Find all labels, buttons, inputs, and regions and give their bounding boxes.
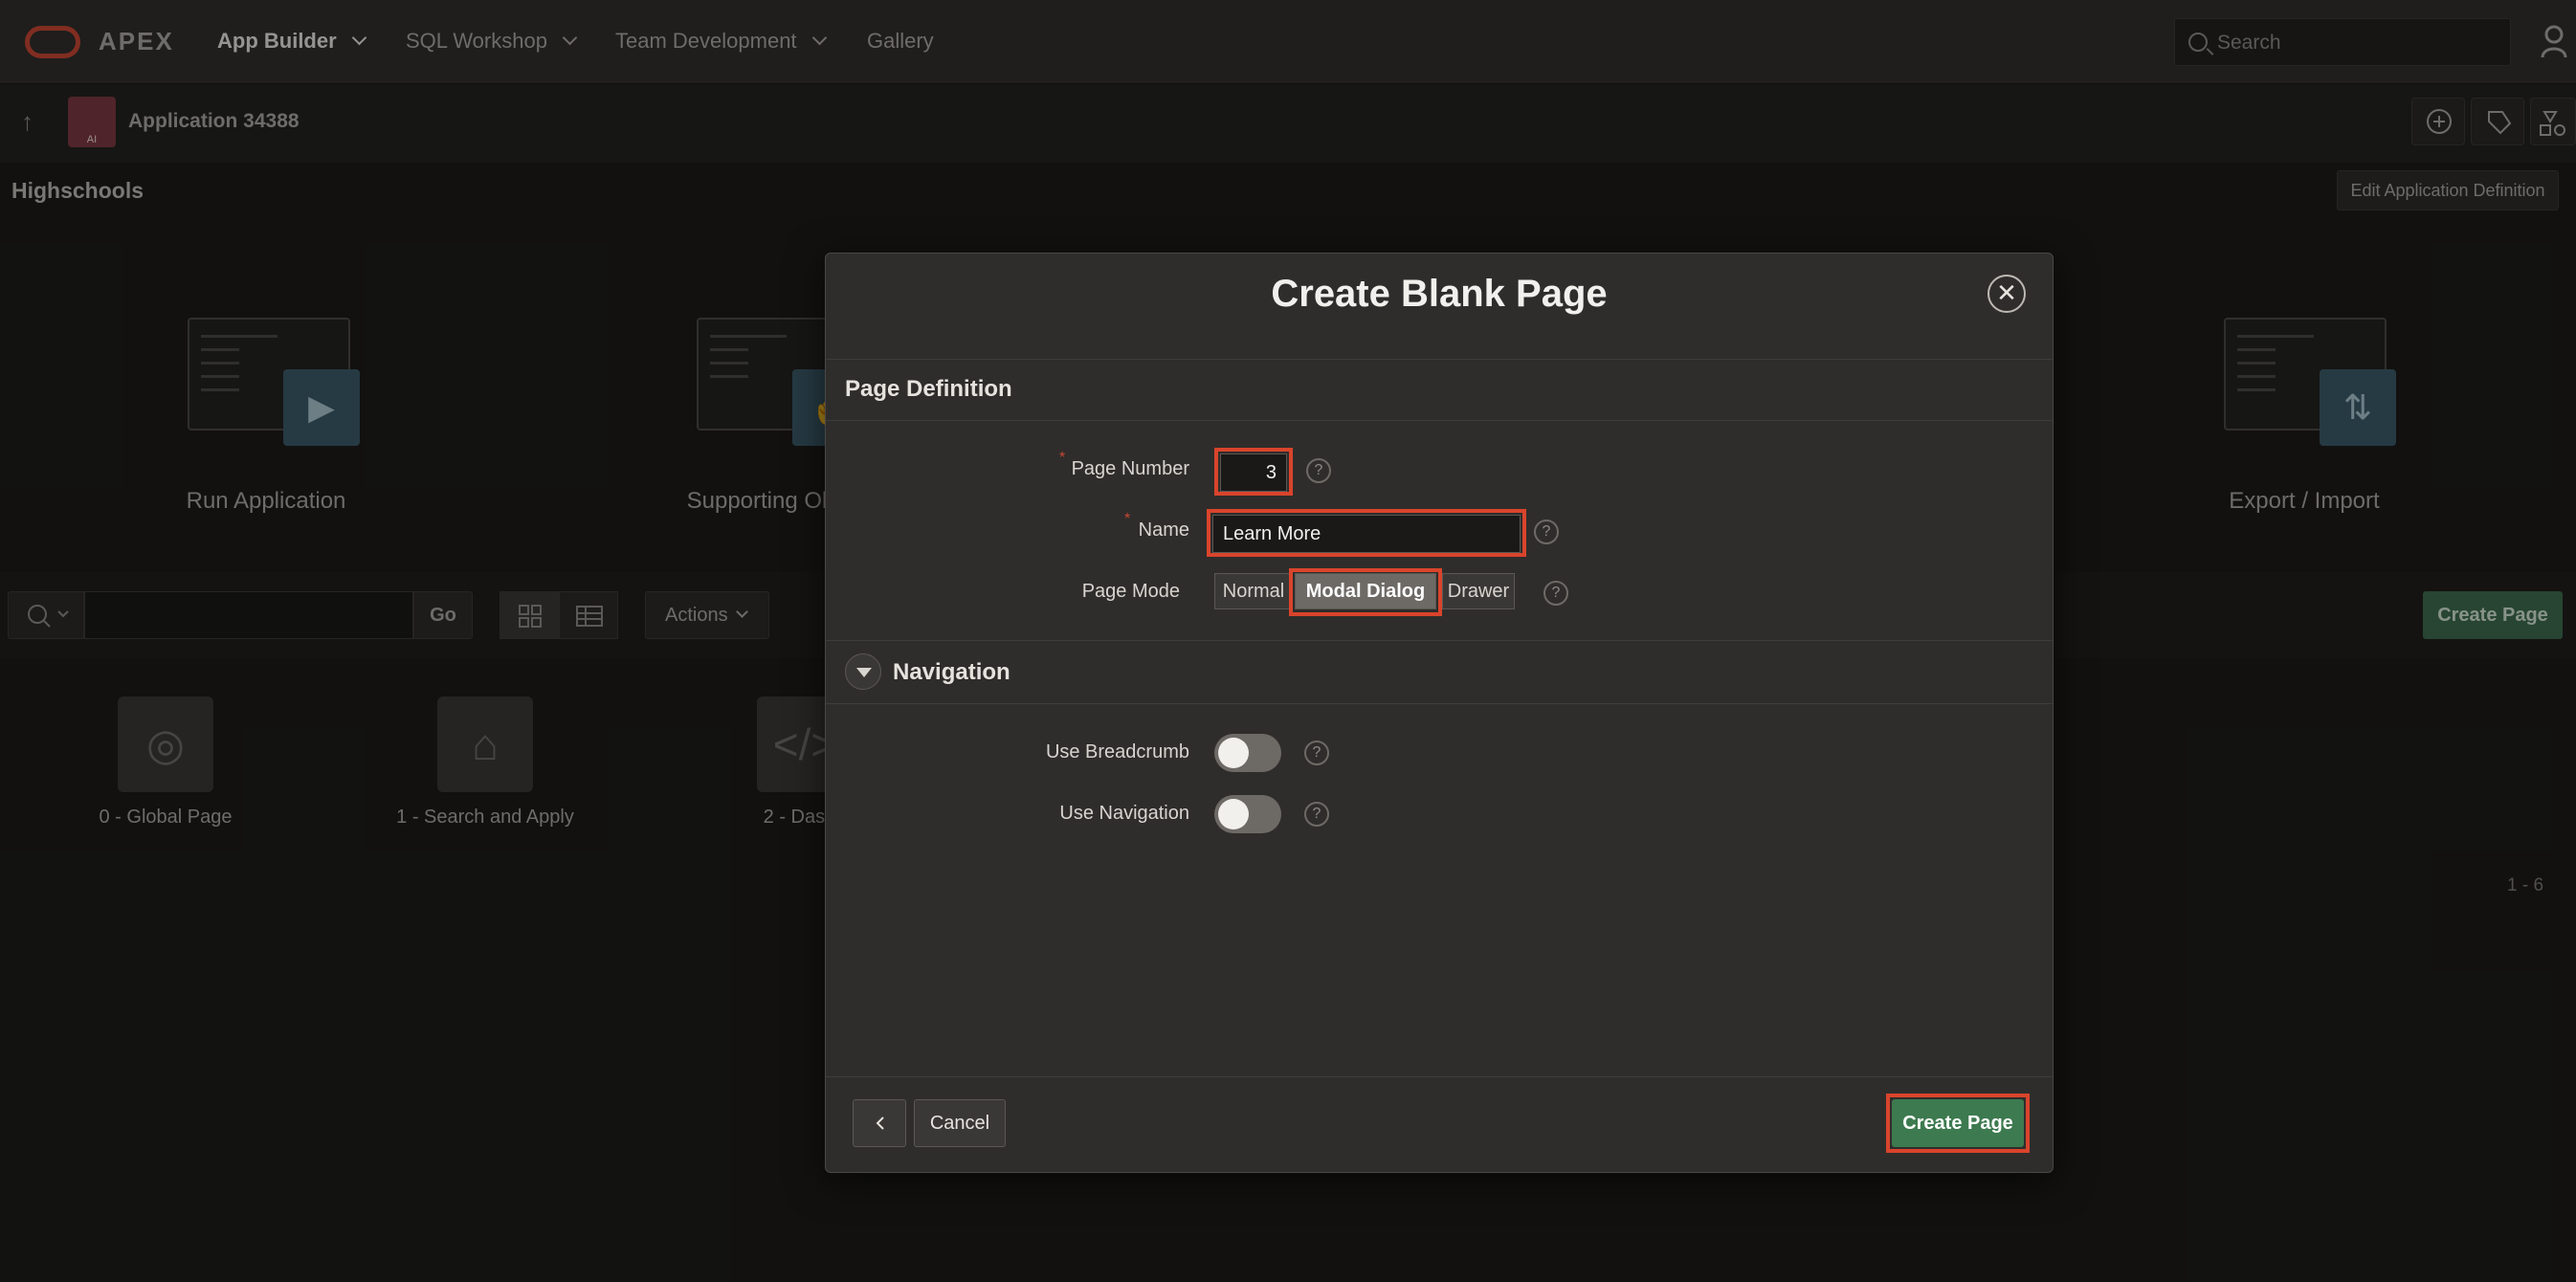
page-mode-label: Page Mode: [1081, 581, 1180, 602]
toggle-knob: [1218, 799, 1249, 829]
divider: [826, 640, 2053, 641]
navigation-heading[interactable]: Navigation: [893, 659, 1010, 686]
name-input[interactable]: Learn More: [1212, 515, 1521, 553]
divider: [826, 703, 2053, 704]
page-mode-normal[interactable]: Normal: [1214, 573, 1293, 609]
create-blank-page-dialog: Create Blank Page ✕ Page Definition * Pa…: [825, 253, 2054, 1173]
use-breadcrumb-label: Use Breadcrumb: [1045, 741, 1189, 763]
create-page-button[interactable]: Create Page: [1892, 1099, 2024, 1147]
help-icon[interactable]: ?: [1534, 519, 1559, 544]
collapse-navigation-button[interactable]: [845, 653, 881, 690]
page-mode-drawer[interactable]: Drawer: [1442, 573, 1515, 609]
use-navigation-label: Use Navigation: [1059, 803, 1189, 824]
page-mode-modal-dialog[interactable]: Modal Dialog: [1295, 573, 1436, 609]
chevron-left-icon: [876, 1116, 884, 1130]
cancel-button[interactable]: Cancel: [914, 1099, 1006, 1147]
help-icon[interactable]: ?: [1543, 581, 1568, 606]
toggle-knob: [1218, 738, 1249, 768]
page-definition-heading: Page Definition: [845, 376, 1012, 402]
back-button[interactable]: [853, 1099, 906, 1147]
page-number-label: Page Number: [1071, 458, 1189, 479]
dialog-title: Create Blank Page: [1271, 273, 1608, 315]
divider: [826, 1076, 2053, 1077]
page-number-input[interactable]: 3: [1220, 453, 1287, 492]
help-icon[interactable]: ?: [1304, 802, 1329, 827]
divider: [826, 420, 2053, 421]
close-icon[interactable]: ✕: [1988, 275, 2026, 313]
name-label: Name: [1138, 519, 1189, 541]
use-breadcrumb-toggle[interactable]: [1214, 734, 1281, 772]
help-icon[interactable]: ?: [1306, 458, 1331, 483]
use-navigation-toggle[interactable]: [1214, 795, 1281, 833]
help-icon[interactable]: ?: [1304, 740, 1329, 765]
divider: [826, 359, 2053, 360]
